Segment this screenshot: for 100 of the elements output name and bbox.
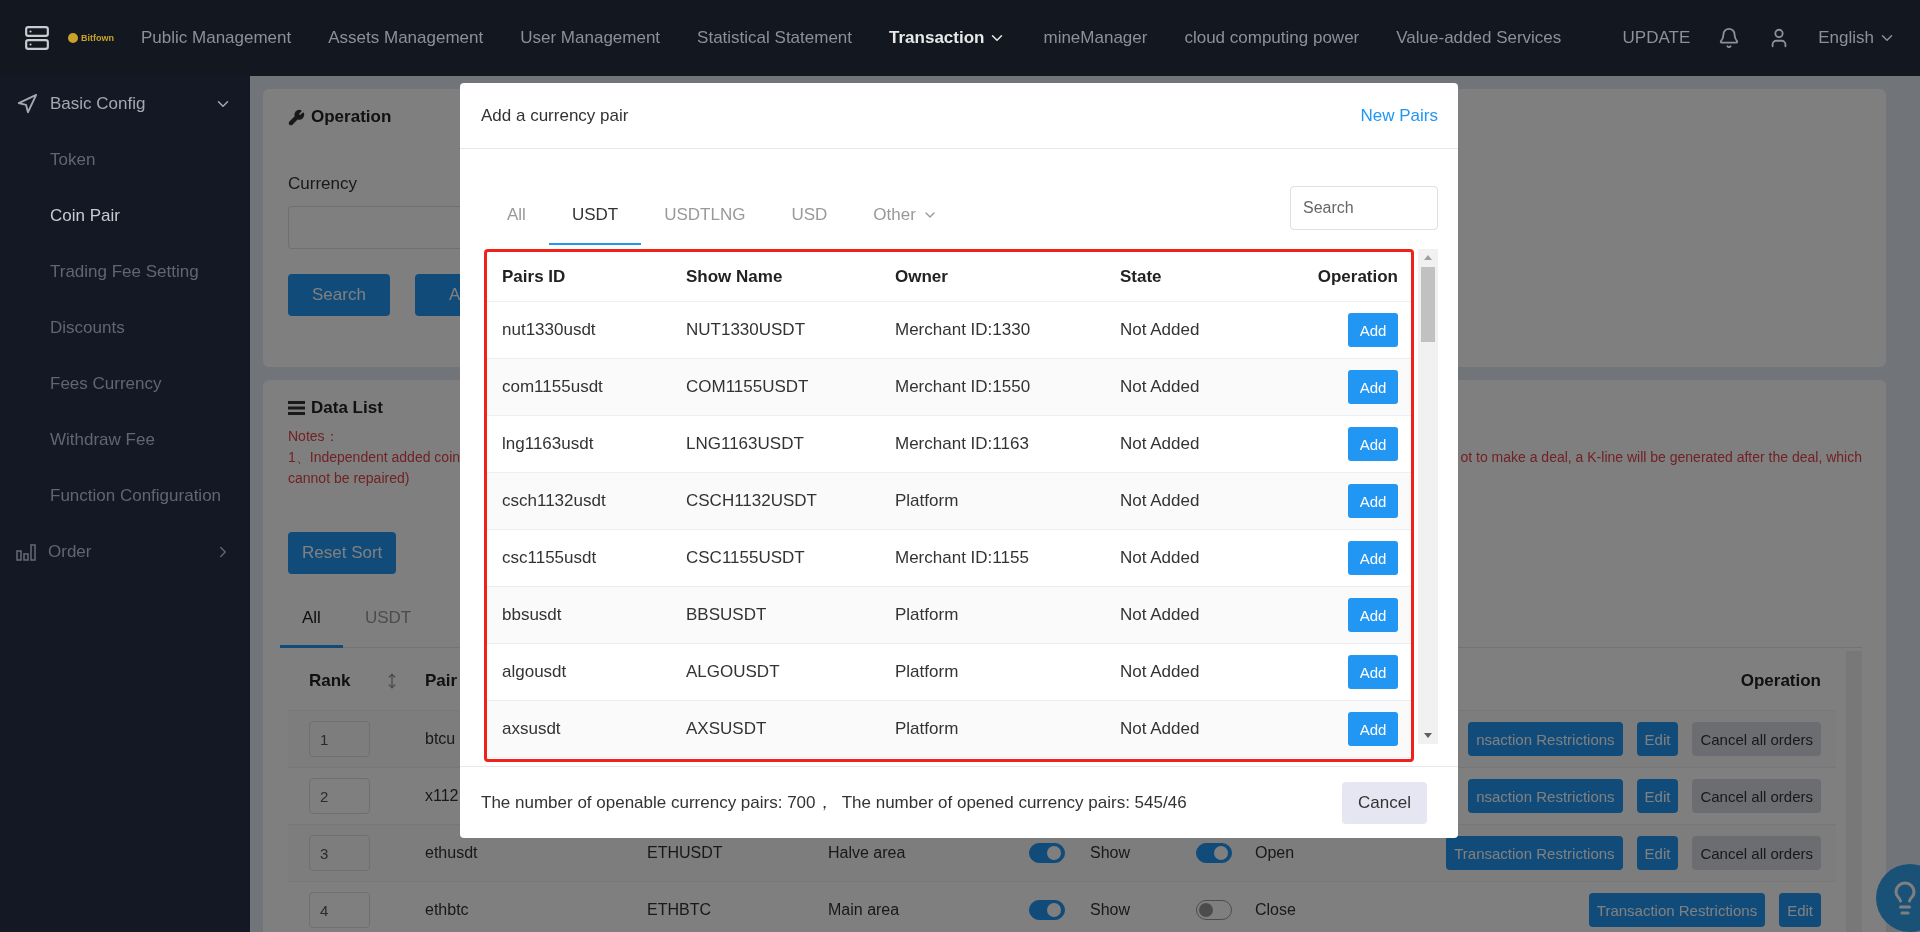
navigation-icon xyxy=(16,93,38,115)
sidebar-item[interactable]: Discounts xyxy=(0,300,250,356)
table-cell-text: Not Added xyxy=(1120,719,1201,739)
table-cell-text: LNG1163USDT xyxy=(686,434,805,454)
nav-item[interactable]: Transaction xyxy=(889,28,1007,48)
pair-count-text: The number of openable currency pairs: 700， The number of opened currency pairs: 545/46 xyxy=(481,792,1187,814)
bar-chart-icon xyxy=(16,543,36,561)
cancel-orders-button[interactable]: Cancel all orders xyxy=(1692,722,1821,756)
card-title: Data List xyxy=(311,398,383,418)
table-cell: ETHBTC xyxy=(647,901,711,918)
add-button[interactable]: Add xyxy=(1348,370,1398,404)
toggle-switch[interactable] xyxy=(1029,843,1065,863)
add-button[interactable]: Add xyxy=(1348,655,1398,689)
toggle-switch[interactable] xyxy=(1196,843,1232,863)
column-header: State xyxy=(1120,266,1163,287)
cancel-orders-button[interactable]: Cancel all orders xyxy=(1692,836,1821,870)
sidebar-item[interactable]: Coin Pair xyxy=(0,188,250,244)
sidebar-item[interactable]: Token xyxy=(0,132,250,188)
table-cell-text: Not Added xyxy=(1120,491,1201,511)
bell-icon[interactable] xyxy=(1718,27,1741,49)
tab[interactable]: USDTLNG xyxy=(641,186,769,245)
wrench-icon xyxy=(288,108,305,126)
rank-input[interactable]: 3 xyxy=(309,835,370,871)
rank-input[interactable]: 4 xyxy=(309,892,370,928)
table-cell-text: AXSUSDT xyxy=(686,719,768,739)
cancel-orders-button[interactable]: Cancel all orders xyxy=(1692,779,1821,813)
table-cell: Main area xyxy=(828,901,900,918)
table-cell: btcu xyxy=(425,730,456,747)
table-cell-text: Platform xyxy=(895,491,960,511)
search-button[interactable]: Search xyxy=(288,274,390,316)
sidebar-item[interactable]: Function Configuration xyxy=(0,468,250,524)
rank-input[interactable]: 2 xyxy=(309,778,370,814)
table-cell-text: Not Added xyxy=(1120,320,1201,340)
add-button[interactable]: Add xyxy=(1348,313,1398,347)
notes-text: ot to make a deal, a K-line will be generated after the deal, which xyxy=(1460,448,1862,467)
sidebar-item[interactable]: Trading Fee Setting xyxy=(0,244,250,300)
table-cell-text: axsusdt xyxy=(502,719,562,739)
table-cell-text: Not Added xyxy=(1120,377,1201,397)
toggle-switch[interactable] xyxy=(1029,900,1065,920)
table-cell-text: CSCH1132USDT xyxy=(686,491,818,511)
menu-icon[interactable] xyxy=(24,25,50,51)
column-header: Rank xyxy=(309,670,351,691)
table-cell-text: Not Added xyxy=(1120,662,1201,682)
table-cell-text: Not Added xyxy=(1120,605,1201,625)
sidebar-group[interactable]: Basic Config xyxy=(0,76,250,132)
tab[interactable]: USD xyxy=(768,186,851,245)
table-cell-text: Merchant ID:1330 xyxy=(895,320,1032,340)
table-cell-text: com1155usdt xyxy=(502,377,604,397)
sidebar-group[interactable]: Order xyxy=(0,524,250,580)
add-button[interactable]: Add xyxy=(1348,427,1398,461)
update-link[interactable]: UPDATE xyxy=(1622,28,1691,48)
action-button[interactable]: Edit xyxy=(1779,893,1821,927)
action-button[interactable]: Edit xyxy=(1636,722,1679,756)
sidebar-item[interactable]: Withdraw Fee xyxy=(0,412,250,468)
reset-sort-button[interactable]: Reset Sort xyxy=(288,532,397,574)
table-cell-text: Platform xyxy=(895,662,960,682)
action-button[interactable]: nsaction Restrictions xyxy=(1468,779,1623,813)
table-cell: Close xyxy=(1255,901,1296,918)
table-cell: Show xyxy=(1090,901,1131,918)
table-cell-text: Not Added xyxy=(1120,434,1201,454)
action-button[interactable]: nsaction Restrictions xyxy=(1468,722,1623,756)
logo: Bitfown xyxy=(68,33,114,43)
table-cell-text: csc1155usdt xyxy=(502,548,598,568)
tab[interactable]: All xyxy=(484,186,549,245)
action-button[interactable]: Edit xyxy=(1636,779,1679,813)
nav-item[interactable]: Value-added Services xyxy=(1396,28,1562,48)
new-pairs-link[interactable]: New Pairs xyxy=(1360,105,1438,126)
tab[interactable]: All xyxy=(280,590,343,648)
action-button[interactable]: Transaction Restrictions xyxy=(1446,836,1623,870)
nav-item[interactable]: cloud computing power xyxy=(1184,28,1360,48)
table-cell-text: nut1330usdt xyxy=(502,320,597,340)
add-button[interactable]: Add xyxy=(1348,484,1398,518)
rank-input[interactable]: 1 xyxy=(309,721,370,757)
table-cell-text: Merchant ID:1155 xyxy=(895,548,1030,568)
field-label: Currency xyxy=(288,173,358,195)
sidebar-item[interactable]: Fees Currency xyxy=(0,356,250,412)
add-button[interactable]: Add xyxy=(1348,598,1398,632)
tab[interactable]: Other xyxy=(850,186,961,245)
table-cell-text: BBSUSDT xyxy=(686,605,768,625)
cancel-button[interactable]: Cancel xyxy=(1342,781,1427,824)
nav-item[interactable]: Statistical Statement xyxy=(697,28,853,48)
language-selector[interactable]: English xyxy=(1818,28,1896,48)
column-header: Operation xyxy=(1317,266,1398,287)
action-button[interactable]: Edit xyxy=(1636,836,1679,870)
action-button[interactable]: Transaction Restrictions xyxy=(1588,893,1766,927)
nav-item[interactable]: Assets Management xyxy=(328,28,484,48)
column-header: Pair xyxy=(425,670,458,691)
add-button[interactable]: Add xyxy=(1348,712,1398,746)
search-field[interactable]: Search xyxy=(1290,186,1438,230)
action-button[interactable]: A xyxy=(414,274,462,316)
add-button[interactable]: Add xyxy=(1348,541,1398,575)
list-icon xyxy=(288,401,305,415)
column-header: Show Name xyxy=(686,266,784,287)
nav-item[interactable]: Public Management xyxy=(141,28,292,48)
nav-item[interactable]: mineManager xyxy=(1043,28,1148,48)
column-header: Owner xyxy=(895,266,949,287)
toggle-switch[interactable] xyxy=(1196,900,1232,920)
tab[interactable]: USDT xyxy=(548,186,642,245)
scrollbar[interactable] xyxy=(1418,249,1438,744)
nav-item[interactable]: User Management xyxy=(520,28,661,48)
